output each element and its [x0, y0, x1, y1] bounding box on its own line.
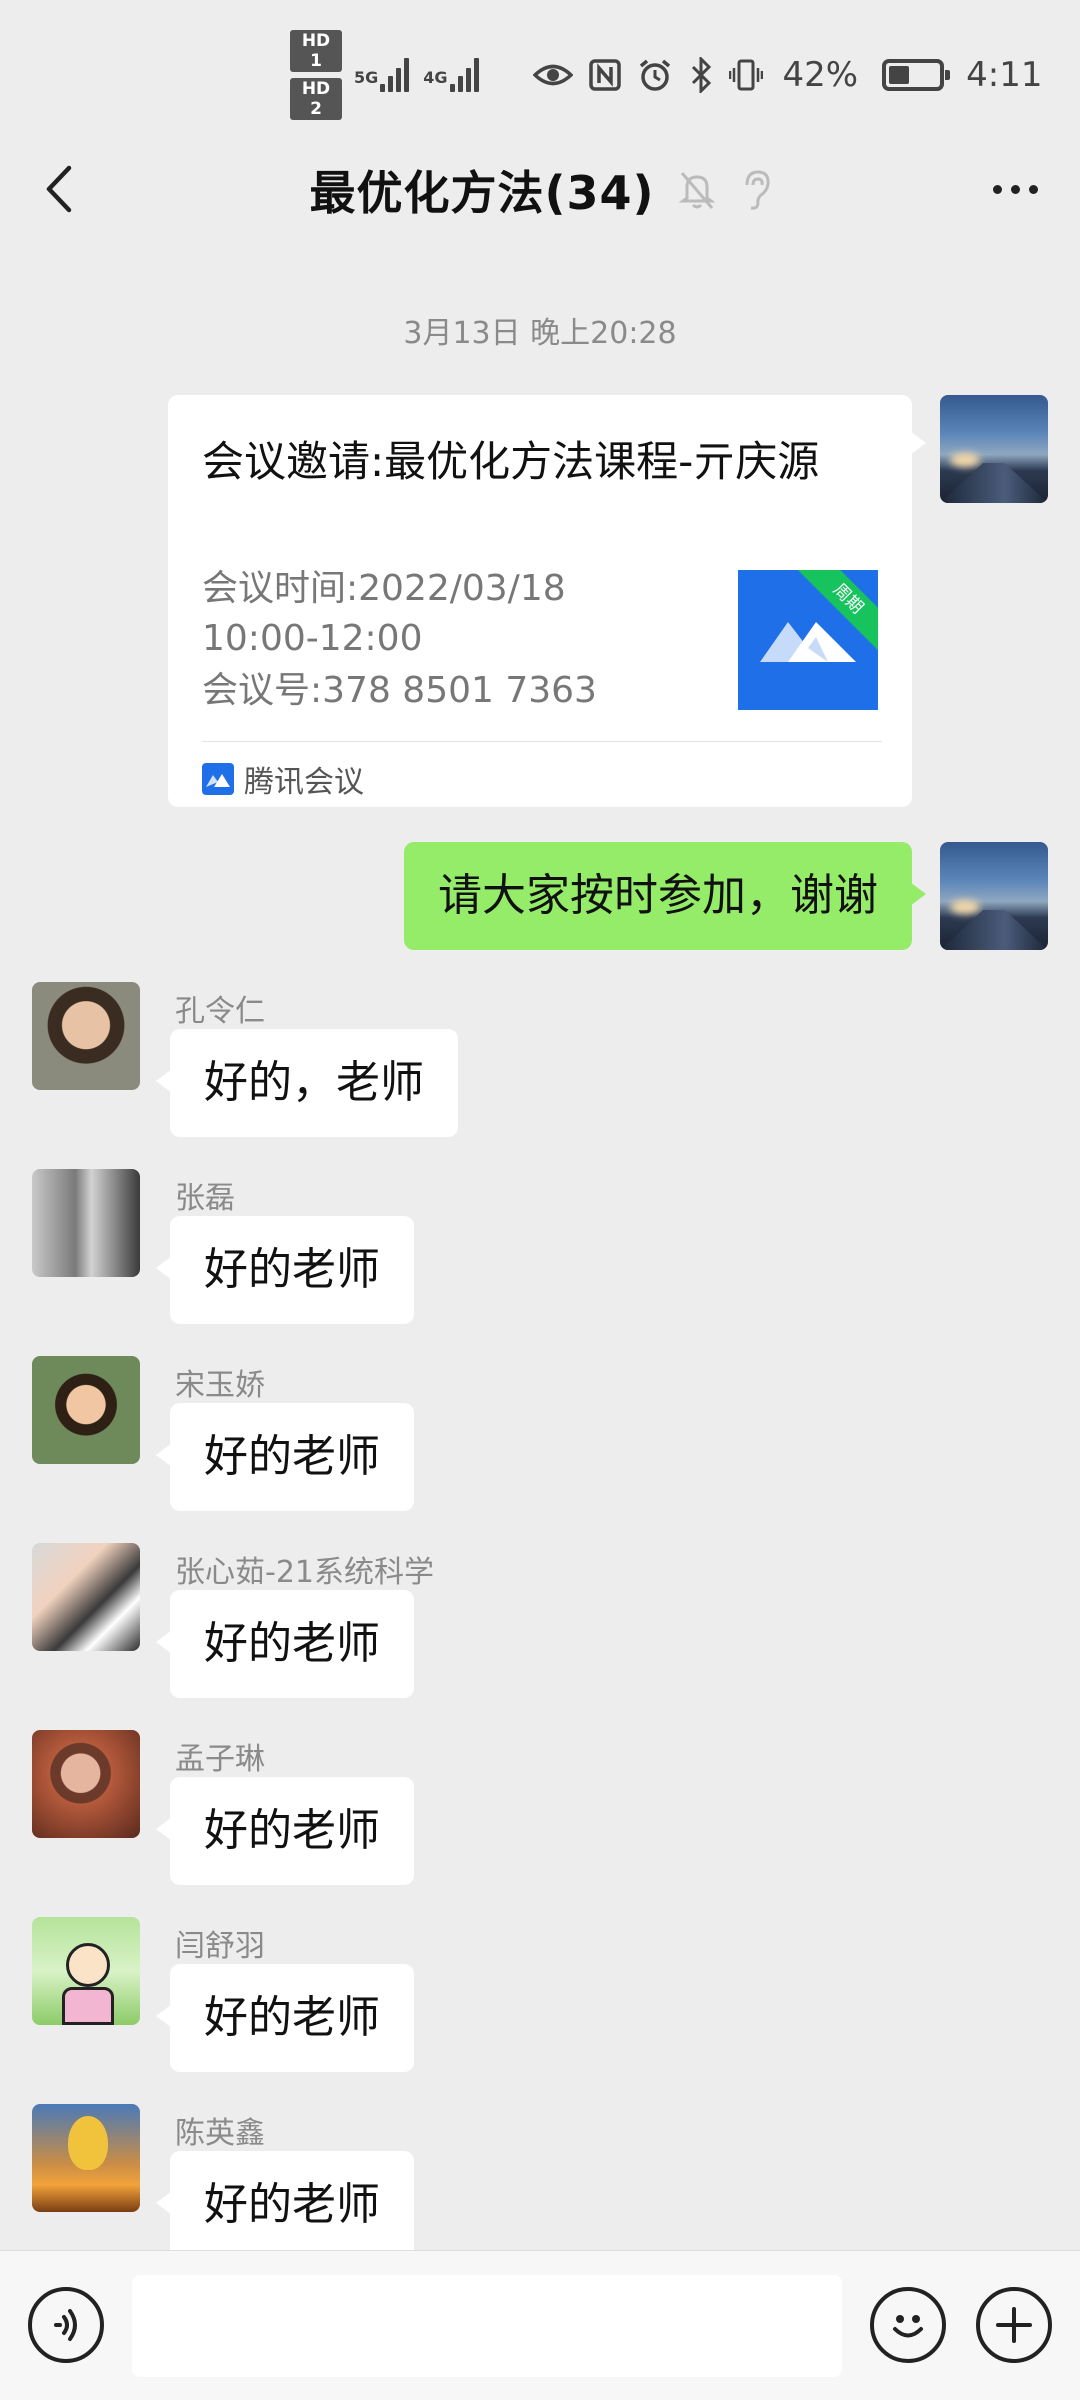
bluetooth-icon [691, 57, 711, 93]
eye-icon [532, 64, 573, 86]
back-button[interactable] [34, 164, 84, 214]
sim2-badge: HD 2 [290, 78, 342, 120]
alarm-icon [639, 59, 670, 91]
clock: 4:11 [966, 55, 1043, 95]
battery-fill [889, 66, 910, 84]
card-footer: 腾讯会议 [202, 757, 364, 801]
avatar[interactable] [940, 395, 1048, 503]
avatar[interactable] [32, 1730, 140, 1838]
sender-name: 陈英鑫 [175, 2116, 265, 2151]
meeting-id: 会议号:378 8501 7363 [202, 670, 597, 711]
meeting-invite-title: 会议邀请:最优化方法课程-亓庆源 [202, 437, 820, 486]
avatar[interactable] [32, 982, 140, 1090]
tencent-meeting-mini-icon [202, 763, 234, 795]
back-icon [46, 165, 72, 213]
more-icon-dot [992, 184, 1002, 194]
more-icon-dot [1028, 184, 1038, 194]
more-actions-button[interactable] [976, 2287, 1052, 2363]
message-bubble[interactable]: 好的，老师 [156, 1029, 458, 1137]
avatar[interactable] [32, 1917, 140, 2025]
sender-name: 张磊 [175, 1181, 235, 1216]
avatar[interactable] [32, 2104, 140, 2212]
signal-icon [449, 58, 479, 92]
more-button[interactable] [980, 164, 1050, 214]
status-bar: HD 1 HD 2 5G 4G 42% 4:11 [0, 0, 1080, 150]
ear-icon [745, 170, 770, 210]
network-4g-label: 4G [423, 68, 448, 87]
voice-icon [54, 2309, 77, 2341]
avatar[interactable] [32, 1356, 140, 1464]
network-5g: 5G [354, 58, 410, 92]
avatar[interactable] [32, 1169, 140, 1277]
message-bubble[interactable]: 好的老师 [156, 1216, 414, 1324]
meeting-time-range: 10:00-12:00 [202, 618, 423, 659]
message-bubble[interactable]: 好的老师 [156, 1590, 414, 1698]
sender-name: 孟子琳 [175, 1742, 265, 1777]
meeting-invite-card[interactable]: 会议邀请:最优化方法课程-亓庆源 会议时间:2022/03/18 10:00-1… [168, 395, 926, 807]
meeting-time: 会议时间:2022/03/18 [202, 568, 566, 609]
emoji-button[interactable] [870, 2287, 946, 2363]
sender-name: 闫舒羽 [175, 1929, 265, 1964]
card-source-label: 腾讯会议 [244, 765, 364, 800]
network-4g: 4G [423, 58, 479, 92]
chat-header: 最优化方法(34) [0, 150, 1080, 230]
sender-name: 宋玉娇 [175, 1368, 265, 1403]
network-5g-label: 5G [354, 68, 379, 87]
sender-name: 张心茹-21系统科学 [175, 1555, 434, 1590]
message-bubble[interactable]: 好的老师 [156, 2151, 414, 2259]
message-input[interactable] [132, 2275, 842, 2377]
sender-name: 孔令仁 [175, 994, 265, 1029]
message-bubble[interactable]: 好的老师 [156, 1964, 414, 2072]
message-bubble[interactable]: 好的老师 [156, 1403, 414, 1511]
nfc-icon [588, 59, 621, 91]
chat-title: 最优化方法(34) [309, 166, 655, 220]
card-divider [202, 741, 882, 742]
battery-icon [882, 59, 951, 91]
message-input-bar [0, 2250, 1080, 2400]
avatar[interactable] [32, 1543, 140, 1651]
message-bubble[interactable]: 好的老师 [156, 1777, 414, 1885]
voice-input-button[interactable] [28, 2287, 104, 2363]
message-timestamp: 3月13日 晚上20:28 [403, 316, 677, 351]
sim1-badge: HD 1 [290, 30, 342, 72]
sim-indicators: HD 1 HD 2 [290, 30, 342, 120]
plus-icon [996, 2307, 1032, 2343]
avatar[interactable] [940, 842, 1048, 950]
header-status-icons [678, 169, 771, 211]
status-icons: 42% [532, 55, 951, 95]
vibrate-icon [728, 59, 763, 91]
emoji-icon [893, 2315, 923, 2338]
mute-bell-icon [678, 172, 715, 209]
more-icon-dot [1010, 184, 1020, 194]
tencent-meeting-logo: 周期 [738, 570, 878, 710]
my-message-bubble[interactable]: 请大家按时参加，谢谢 [404, 842, 926, 950]
signal-icon [380, 58, 410, 92]
battery-percent: 42% [782, 55, 859, 95]
